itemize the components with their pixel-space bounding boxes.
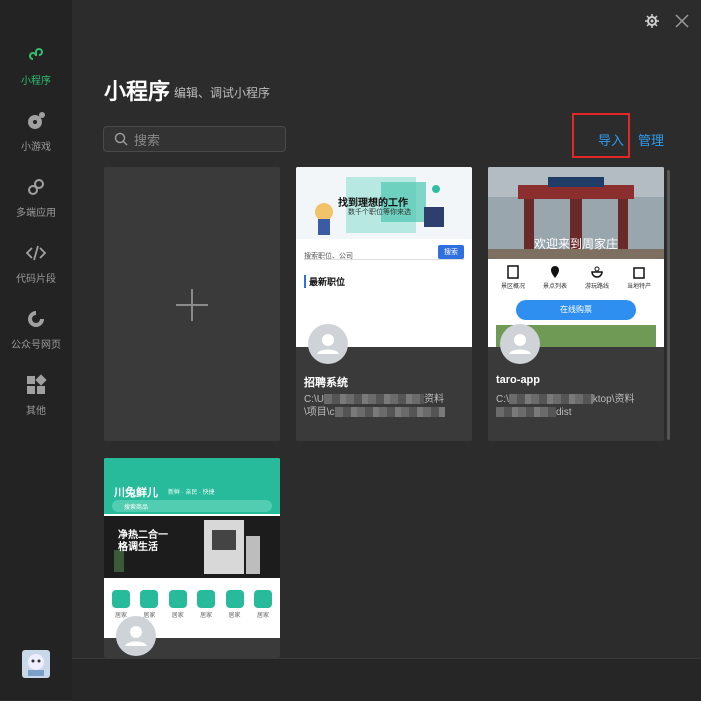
project-thumbnail: 找到理想的工作 数千个职位等你来选 搜索职位、公司 搜索 最新职位: [296, 167, 472, 347]
thumb-search-bar: 搜索商品: [112, 500, 272, 512]
project-avatar: [308, 324, 348, 364]
sidebar-item-code-snippet[interactable]: 代码片段: [0, 242, 72, 285]
sidebar-item-label: 多端应用: [16, 208, 56, 219]
default-avatar-icon: [317, 334, 339, 354]
page-subtitle: 编辑、调试小程序: [174, 86, 271, 100]
thumb-tagline: 新鲜 · 亲民 · 快捷: [168, 490, 215, 496]
sidebar-item-miniprogram[interactable]: 小程序: [0, 44, 72, 87]
sidebar-item-minigame[interactable]: 小游戏: [0, 110, 72, 153]
thumb-promo-text: 净热二合一 格调生活: [118, 530, 168, 553]
other-icon: [27, 374, 47, 394]
code-snippet-icon: [25, 245, 47, 261]
sidebar-item-official-account[interactable]: 公众号网页: [0, 308, 72, 351]
thumb-search-hint: 搜索职位、公司: [304, 253, 353, 260]
project-thumbnail: 欢迎来到周家庄 景区概况 景点列表 游玩路线 当地特产 在线购票: [488, 167, 664, 347]
search-input[interactable]: [132, 130, 276, 150]
project-card[interactable]: 川兔鲜儿 新鲜 · 亲民 · 快捷 搜索商品 净热二合一 格调生活 居家 居家 居…: [104, 458, 280, 658]
search-icon: [114, 132, 128, 146]
thumb-section-title: 最新职位: [304, 275, 345, 288]
sidebar-item-other[interactable]: 其他: [0, 374, 72, 417]
redacted-mosaic: [324, 394, 424, 405]
thumb-category-grid: 居家 居家 居家 居家 居家 居家: [112, 590, 272, 619]
settings-gear-icon[interactable]: [645, 14, 659, 28]
project-thumbnail: 川兔鲜儿 新鲜 · 亲民 · 快捷 搜索商品 净热二合一 格调生活 居家 居家 居…: [104, 458, 280, 638]
thumb-sub: 数千个职位等你来选: [348, 209, 411, 216]
project-path: C:\ ktop\资料 dist: [496, 394, 635, 418]
sidebar-item-label: 其他: [26, 406, 46, 417]
thumb-search-button: 搜索: [438, 245, 464, 259]
sidebar-item-label: 代码片段: [16, 274, 56, 285]
default-avatar-icon: [509, 334, 531, 354]
search-box: [103, 126, 286, 152]
user-avatar-icon: [28, 654, 44, 676]
location-pin-icon: [551, 266, 559, 278]
sidebar: 小程序 小游戏 多端应用 代码片段 公众号网页 其他: [0, 0, 72, 700]
thumb-buy-button: 在线购票: [516, 300, 636, 320]
project-avatar: [500, 324, 540, 364]
specialty-bag-icon: [633, 267, 645, 279]
thumb-brand: 川兔鲜儿: [114, 487, 158, 499]
project-avatar: [116, 616, 156, 656]
redacted-mosaic: [508, 394, 593, 405]
official-account-icon: [28, 311, 44, 327]
thumb-banner: 欢迎来到周家庄: [533, 237, 618, 251]
close-icon[interactable]: [675, 14, 689, 28]
sidebar-item-label: 小游戏: [21, 142, 51, 153]
project-path: C:\U 资料 \项目\c: [304, 394, 445, 418]
redacted-mosaic: [496, 407, 556, 418]
project-card[interactable]: 欢迎来到周家庄 景区概况 景点列表 游玩路线 当地特产 在线购票 taro-ap…: [488, 167, 664, 441]
miniprogram-icon: [29, 48, 43, 60]
thumb-tab-row: 景区概况 景点列表 游玩路线 当地特产: [494, 265, 658, 290]
project-card[interactable]: 找到理想的工作 数千个职位等你来选 搜索职位、公司 搜索 最新职位 招聘系统 C…: [296, 167, 472, 441]
bottom-bar: [72, 658, 701, 701]
manage-button[interactable]: 管理: [638, 130, 664, 149]
sidebar-item-label: 小程序: [21, 76, 51, 87]
default-avatar-icon: [125, 626, 147, 646]
import-button[interactable]: 导入: [598, 130, 624, 149]
scrollbar[interactable]: [667, 170, 670, 440]
page-title: 小程序: [104, 79, 171, 104]
avatar[interactable]: [22, 650, 50, 678]
scenic-overview-icon: [507, 265, 519, 279]
plus-icon: [176, 289, 208, 321]
route-bowl-icon: [591, 266, 603, 278]
new-project-card[interactable]: [104, 167, 280, 441]
sidebar-item-multiplatform[interactable]: 多端应用: [0, 176, 72, 219]
redacted-mosaic: [334, 407, 445, 418]
thumb-promo-banner: 净热二合一 格调生活: [104, 516, 280, 578]
project-name: taro-app: [496, 374, 540, 386]
project-name: 招聘系统: [304, 377, 348, 389]
multiplatform-icon: [28, 179, 44, 195]
minigame-icon: [28, 112, 45, 129]
sidebar-item-label: 公众号网页: [11, 340, 61, 351]
